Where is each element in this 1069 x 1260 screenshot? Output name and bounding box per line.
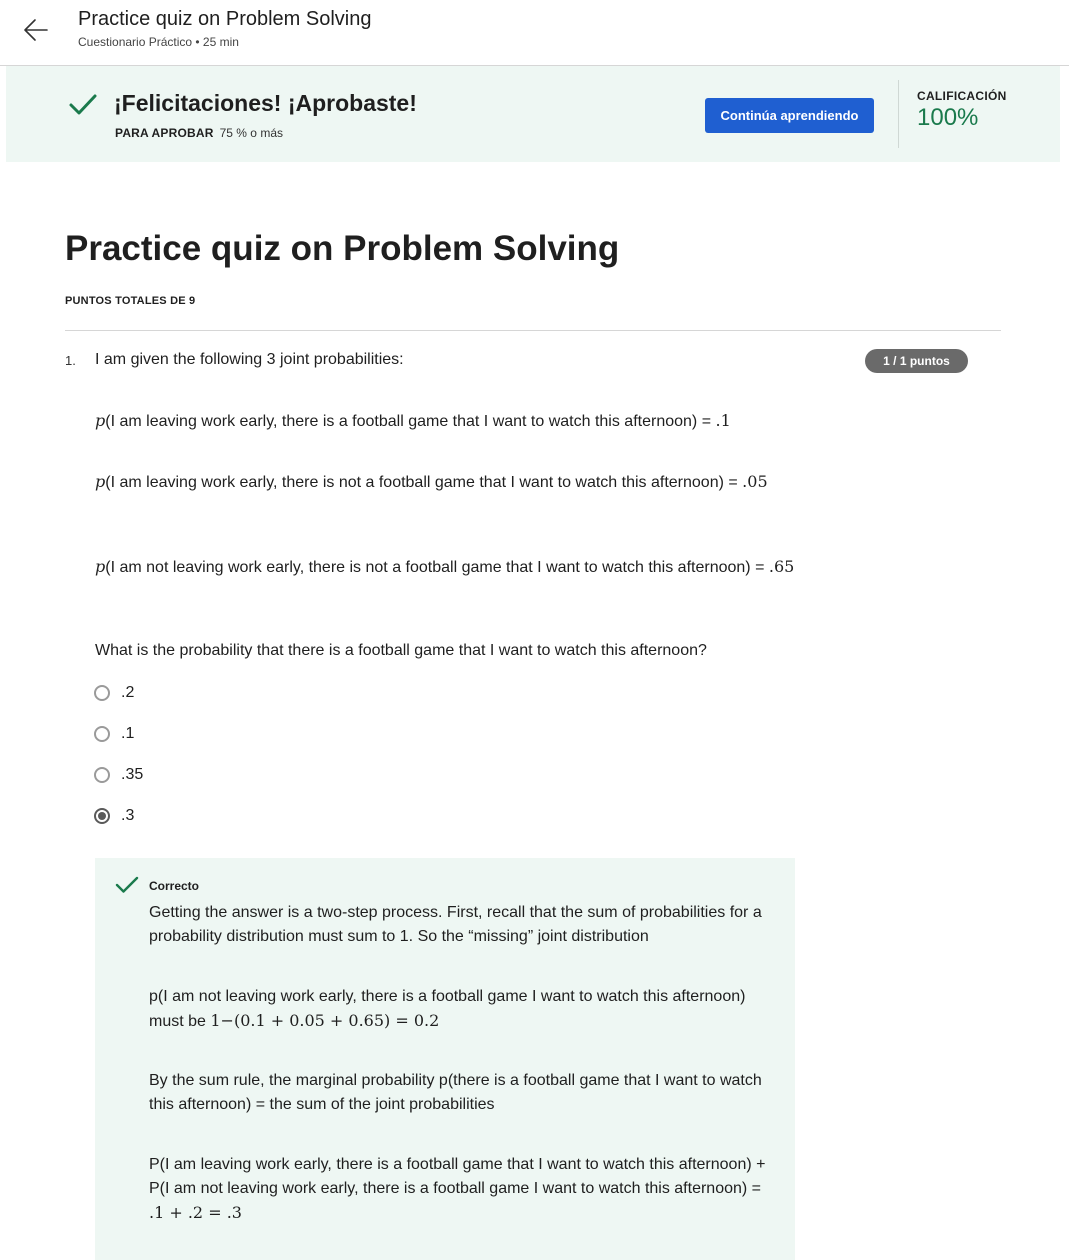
- answer-option[interactable]: .1: [94, 723, 134, 745]
- prob-value: .1: [715, 411, 731, 430]
- feedback-paragraph: p(I am not leaving work early, there is …: [149, 985, 774, 1034]
- prob-symbol: p: [95, 411, 106, 430]
- answer-option[interactable]: .2: [94, 682, 134, 704]
- top-header: Practice quiz on Problem Solving Cuestio…: [0, 0, 1069, 66]
- joint-probability: p(I am leaving work early, there is a fo…: [95, 409, 795, 434]
- prob-symbol: p: [95, 557, 106, 576]
- answer-option-selected[interactable]: .3: [94, 805, 134, 827]
- radio-dot: [98, 812, 106, 820]
- prob-text: (I am leaving work early, there is a foo…: [105, 413, 716, 430]
- arrow-left-icon: [24, 19, 48, 41]
- banner-divider: [898, 80, 899, 148]
- radio-button[interactable]: [94, 767, 110, 783]
- option-label: .2: [121, 684, 135, 701]
- continue-learning-button[interactable]: Continúa aprendiendo: [705, 98, 874, 133]
- question-intro: I am given the following 3 joint probabi…: [95, 351, 404, 368]
- question-text: What is the probability that there is a …: [95, 642, 707, 659]
- page-title: Practice quiz on Problem Solving: [65, 229, 620, 268]
- joint-probability: p(I am not leaving work early, there is …: [95, 555, 795, 580]
- divider: [65, 330, 1001, 331]
- radio-button[interactable]: [94, 685, 110, 701]
- back-button[interactable]: [20, 14, 52, 46]
- feedback-status: Correcto: [149, 879, 200, 893]
- question-number: 1.: [65, 353, 76, 368]
- feedback-panel: Correcto Getting the answer is a two-ste…: [95, 858, 795, 1260]
- answer-option[interactable]: .35: [94, 764, 143, 786]
- header-title: Practice quiz on Problem Solving: [78, 8, 372, 30]
- points-badge: 1 / 1 puntos: [865, 349, 968, 373]
- prob-symbol: p: [95, 472, 106, 491]
- prob-value: .05: [742, 472, 768, 491]
- joint-probability: p(I am leaving work early, there is not …: [95, 470, 795, 495]
- prob-text: (I am leaving work early, there is not a…: [105, 474, 743, 491]
- check-icon: [69, 94, 97, 115]
- option-label: .3: [121, 807, 135, 824]
- pass-message: ¡Felicitaciones! ¡Aprobaste!: [114, 90, 417, 116]
- radio-button-selected[interactable]: [94, 808, 110, 824]
- feedback-math: .1 + .2 = .3: [149, 1203, 242, 1222]
- option-label: .1: [121, 725, 135, 742]
- total-points: PUNTOS TOTALES DE 9: [65, 295, 196, 307]
- feedback-paragraph: By the sum rule, the marginal probabilit…: [149, 1072, 762, 1113]
- pass-banner: ¡Felicitaciones! ¡Aprobaste! PARA APROBA…: [6, 66, 1060, 162]
- feedback-paragraph: P(I am leaving work early, there is a fo…: [149, 1153, 774, 1226]
- feedback-paragraph: Getting the answer is a two-step process…: [149, 904, 762, 945]
- header-subtitle: Cuestionario Práctico • 25 min: [78, 35, 239, 49]
- grade-label: CALIFICACIÓN: [917, 89, 1007, 103]
- feedback-math: 1−(0.1 + 0.05 + 0.65) = 0.2: [210, 1011, 440, 1030]
- feedback-text: P(I am leaving work early, there is a fo…: [149, 1156, 766, 1197]
- pass-requirement: PARA APROBAR 75 % o más: [115, 126, 283, 140]
- prob-text: (I am not leaving work early, there is n…: [105, 559, 769, 576]
- option-label: .35: [121, 766, 144, 783]
- pass-value: 75 % o más: [219, 126, 283, 140]
- grade-value: 100%: [917, 104, 979, 131]
- check-icon: [115, 876, 139, 893]
- radio-button[interactable]: [94, 726, 110, 742]
- pass-label: PARA APROBAR: [115, 126, 214, 140]
- prob-value: .65: [768, 557, 795, 576]
